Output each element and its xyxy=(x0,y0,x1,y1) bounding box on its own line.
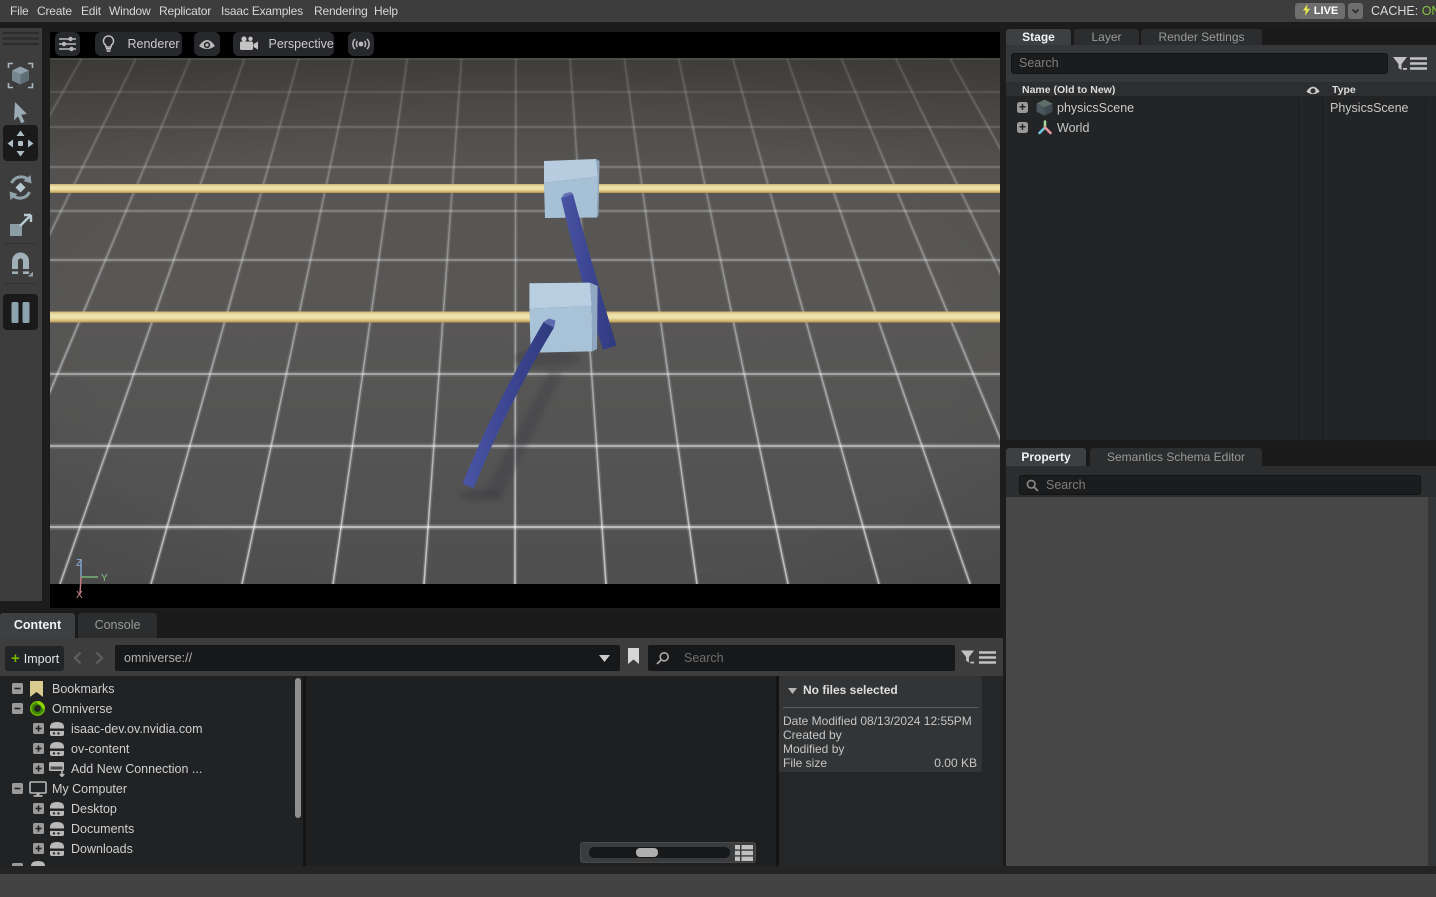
svg-text:Z: Z xyxy=(76,558,82,569)
svg-text:X: X xyxy=(76,590,83,601)
svg-text:Y: Y xyxy=(101,573,108,584)
